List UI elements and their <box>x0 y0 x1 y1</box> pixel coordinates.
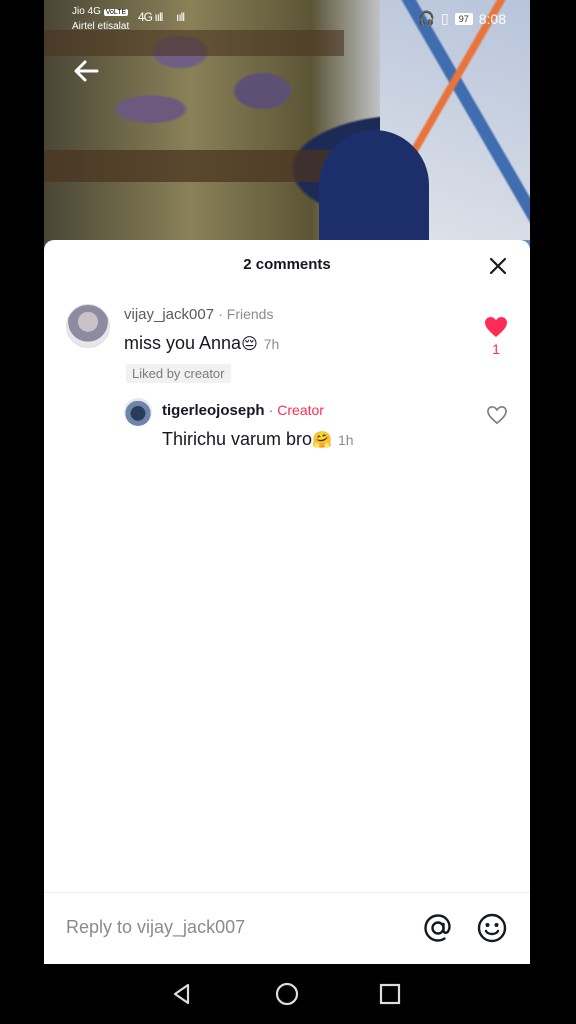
headphones-icon: 🎧 <box>417 10 436 26</box>
close-icon[interactable] <box>486 254 510 278</box>
like-count: 1 <box>492 341 500 357</box>
creator-label: · Creator <box>268 402 324 418</box>
comment-body: miss you Anna <box>124 333 242 353</box>
avatar[interactable] <box>124 398 152 426</box>
reply-text: Thirichu varum bro🤗 1h <box>162 429 354 450</box>
reply-input[interactable] <box>66 912 386 942</box>
comments-sheet: 2 comments vijay_jack007 · Friends miss … <box>44 240 530 964</box>
carrier-2: Airtel etisalat <box>72 21 130 32</box>
status-bar: Jio 4G VoLTE Airtel etisalat 4G ııll ııl… <box>44 0 530 40</box>
signal-icon: ııll <box>176 10 185 24</box>
mention-at-icon[interactable] <box>422 912 454 944</box>
nav-recents-icon[interactable] <box>376 980 404 1008</box>
vibrate-icon: ▯ <box>441 10 449 26</box>
like-button[interactable] <box>486 405 508 430</box>
video-scene-figure <box>319 130 429 250</box>
comment-header: vijay_jack007 · Friends <box>124 306 273 323</box>
reply-body: Thirichu varum bro <box>162 429 313 449</box>
liked-by-creator-badge: Liked by creator <box>126 364 231 383</box>
comment-time: 7h <box>263 336 280 352</box>
carrier-1-label: Jio 4G <box>72 6 101 17</box>
emoji-icon[interactable] <box>476 912 508 944</box>
reply-time: 1h <box>337 432 354 448</box>
video-scene-shelf <box>44 150 344 182</box>
heart-filled-icon <box>485 317 507 337</box>
reply-header: tigerleojoseph · Creator <box>162 402 324 419</box>
comment-text: miss you Anna😔 7h <box>124 333 279 354</box>
status-right: 🎧 ▯ 97 8:08 <box>418 10 506 27</box>
avatar[interactable] <box>66 304 110 348</box>
signal-icon: 4G ııll <box>138 10 163 24</box>
friend-label: · Friends <box>218 306 274 322</box>
reply-emoji: 🤗 <box>312 432 332 449</box>
like-button[interactable]: 1 <box>484 316 508 357</box>
divider <box>44 892 530 893</box>
battery-icon: 97 <box>454 12 473 25</box>
nav-back-icon[interactable] <box>168 980 196 1008</box>
comments-title: 2 comments <box>243 256 331 273</box>
heart-outline-icon <box>487 405 507 425</box>
comment-username[interactable]: vijay_jack007 <box>124 306 214 323</box>
reply-username[interactable]: tigerleojoseph <box>162 402 265 419</box>
carrier-1: Jio 4G VoLTE <box>72 6 129 17</box>
nav-home-icon[interactable] <box>273 980 301 1008</box>
back-arrow-icon[interactable] <box>66 56 106 96</box>
comment-emoji: 😔 <box>241 336 258 353</box>
volte-badge: VoLTE <box>103 9 129 16</box>
system-nav-bar <box>0 964 576 1024</box>
back-arrow-icon <box>74 60 99 82</box>
clock: 8:08 <box>478 10 506 27</box>
